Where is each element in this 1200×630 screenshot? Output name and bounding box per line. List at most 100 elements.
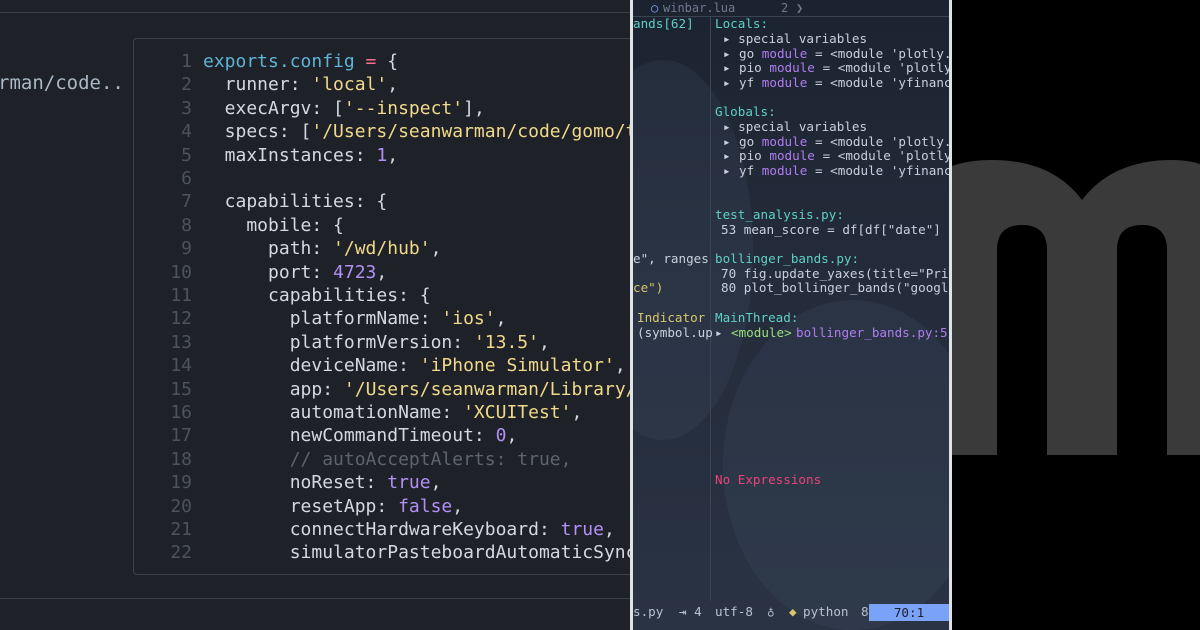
code-line[interactable]: 9 path: '/wd/hub', (134, 237, 630, 260)
code-line[interactable]: 2 runner: 'local', (134, 73, 630, 96)
code-line[interactable]: 8 mobile: { (134, 214, 630, 237)
winbar-filename[interactable]: winbar.lua (663, 1, 735, 16)
line-number: 17 (170, 425, 192, 447)
linux-icon: ♁ (767, 604, 775, 619)
code-token: automationName: (203, 402, 464, 423)
line-content: noReset: true, (203, 471, 442, 494)
line-number: 7 (181, 191, 192, 213)
code-token: specs: [ (203, 121, 312, 143)
code-line[interactable]: 20 resetApp: false, (134, 495, 630, 518)
breakpoint-entry[interactable]: 70 fig.update_yaxes(title="Pric (721, 266, 949, 282)
m-logo (952, 160, 1200, 455)
code-token: resetApp: (203, 495, 399, 517)
code-line[interactable]: 7 capabilities: { (134, 190, 630, 213)
line-content: newCommandTimeout: 0, (203, 424, 518, 447)
code-token: runner: (203, 74, 312, 96)
code-line[interactable]: 10 port: 4723, (134, 261, 630, 284)
line-number: 12 (170, 308, 192, 330)
code-line[interactable]: 4 specs: ['/Users/seanwarman/code/gomo/t (134, 120, 630, 143)
split-divider[interactable] (710, 16, 711, 601)
stack-frame-module[interactable]: <module> (731, 325, 792, 341)
stack-frame-location[interactable]: bollinger_bands.py:5 (796, 325, 948, 341)
code-fragment: (symbol.up (637, 325, 713, 340)
code-token: { (387, 51, 399, 72)
code-line[interactable]: 13 platformVersion: '13.5', (134, 331, 630, 354)
expand-arrow-icon[interactable]: ▸ (723, 61, 731, 76)
code-line[interactable]: 22 simulatorPasteboardAutomaticSync (134, 541, 630, 564)
code-token: '/Users/seanwarman/Library/ (343, 378, 630, 400)
line-content: port: 4723, (203, 261, 387, 284)
expand-arrow-icon[interactable]: ▸ (723, 163, 731, 179)
breakpoint-file[interactable]: bollinger_bands.py: (715, 251, 859, 267)
code-token: // autoAcceptAlerts: true, (203, 448, 572, 470)
line-content: capabilities: { (203, 190, 388, 213)
variable-type: module (761, 163, 808, 179)
code-line[interactable]: 6 (134, 167, 630, 190)
expand-arrow-icon[interactable]: ▸ (723, 149, 731, 164)
winbar: ○ winbar.lua 2 ❯ (633, 0, 949, 16)
locals-heading[interactable]: Locals: (715, 16, 768, 32)
line-content: path: '/wd/hub', (203, 237, 441, 260)
file-path-fragment: rman/code.. (0, 72, 124, 94)
code-line[interactable]: 18 // autoAcceptAlerts: true, (134, 448, 630, 471)
background-foliage (723, 300, 949, 630)
code-line[interactable]: 15 app: '/Users/seanwarman/Library/ (134, 378, 630, 401)
breakpoint-file[interactable]: test_analysis.py: (715, 207, 844, 223)
editor-bottom-border (0, 598, 630, 599)
code-block[interactable]: 1 exports.config = {2 runner: 'local', 3 e… (133, 38, 630, 575)
code-line[interactable]: 19 noReset: true, (134, 471, 630, 494)
variable-name[interactable]: go (739, 134, 754, 150)
code-token: 'iPhone Simulator' (419, 355, 615, 377)
variable-value: = <module 'plotly.g (815, 133, 952, 149)
code-token: false (398, 495, 453, 517)
code-line[interactable]: 11 capabilities: { (134, 284, 630, 307)
line-number: 5 (181, 144, 192, 166)
code-line[interactable]: 1 exports.config = { (134, 50, 630, 73)
code-line[interactable]: 5 maxInstances: 1, (134, 144, 630, 167)
globals-special-variables[interactable]: ▸ special variables (723, 119, 867, 135)
code-fragment: ce") (633, 280, 664, 295)
variable-value: = <module 'yfinance (815, 163, 952, 179)
chevron-right-icon: ❯ (796, 1, 804, 15)
code-line[interactable]: 16 automationName: 'XCUITest', (134, 401, 630, 424)
line-content: app: '/Users/seanwarman/Library/ (203, 378, 630, 401)
line-number: 20 (170, 495, 192, 517)
status-encoding: utf-8 (715, 604, 753, 619)
logo-glyph-m (952, 160, 1200, 455)
code-token: simulatorPasteboardAutomaticSync (203, 542, 630, 564)
line-number: 6 (181, 168, 192, 189)
code-token: ], (463, 97, 485, 119)
status-filename: s.py (633, 604, 664, 619)
locals-special-variables[interactable]: ▸ special variables (723, 31, 867, 47)
expand-arrow-icon[interactable]: ▸ (723, 75, 731, 91)
variable-name[interactable]: pio (739, 61, 762, 76)
variable-name[interactable]: yf (739, 75, 754, 91)
line-number: 18 (170, 448, 192, 470)
variable-type: module (761, 75, 808, 91)
lua-file-icon: ○ (651, 1, 659, 15)
line-content: exports.config = { (203, 50, 398, 73)
thread-title[interactable]: MainThread: (715, 310, 798, 326)
code-token: noReset: (203, 472, 388, 494)
variable-type: module (761, 45, 808, 61)
variable-value: = <module 'plotly. (822, 60, 952, 76)
expand-arrow-icon[interactable]: ▸ (723, 134, 731, 150)
code-token: capabilities: { (203, 191, 388, 213)
breakpoint-entry[interactable]: 80 plot_bollinger_bands("googl" (721, 281, 949, 296)
line-content: execArgv: ['--inspect'], (203, 97, 485, 120)
code-token: , (452, 495, 464, 517)
code-line[interactable]: 21 connectHardwareKeyboard: true, (134, 518, 630, 541)
code-line[interactable]: 3 execArgv: ['--inspect'], (134, 97, 630, 120)
code-token: deviceName: (203, 355, 420, 377)
variable-name[interactable]: pio (739, 149, 762, 164)
globals-heading[interactable]: Globals: (715, 104, 776, 120)
variable-name[interactable]: go (739, 46, 754, 62)
code-line[interactable]: 12 platformName: 'ios', (134, 307, 630, 330)
code-line[interactable]: 14 deviceName: 'iPhone Simulator', (134, 354, 630, 377)
line-content: connectHardwareKeyboard: true, (203, 518, 615, 541)
variable-name[interactable]: yf (739, 163, 754, 179)
code-line[interactable]: 17 newCommandTimeout: 0, (134, 424, 630, 447)
expand-arrow-icon[interactable]: ▸ (723, 46, 731, 62)
breakpoint-entry[interactable]: 53 mean_score = df[df["date"] > (721, 222, 949, 238)
code-token: 1 (376, 144, 388, 166)
